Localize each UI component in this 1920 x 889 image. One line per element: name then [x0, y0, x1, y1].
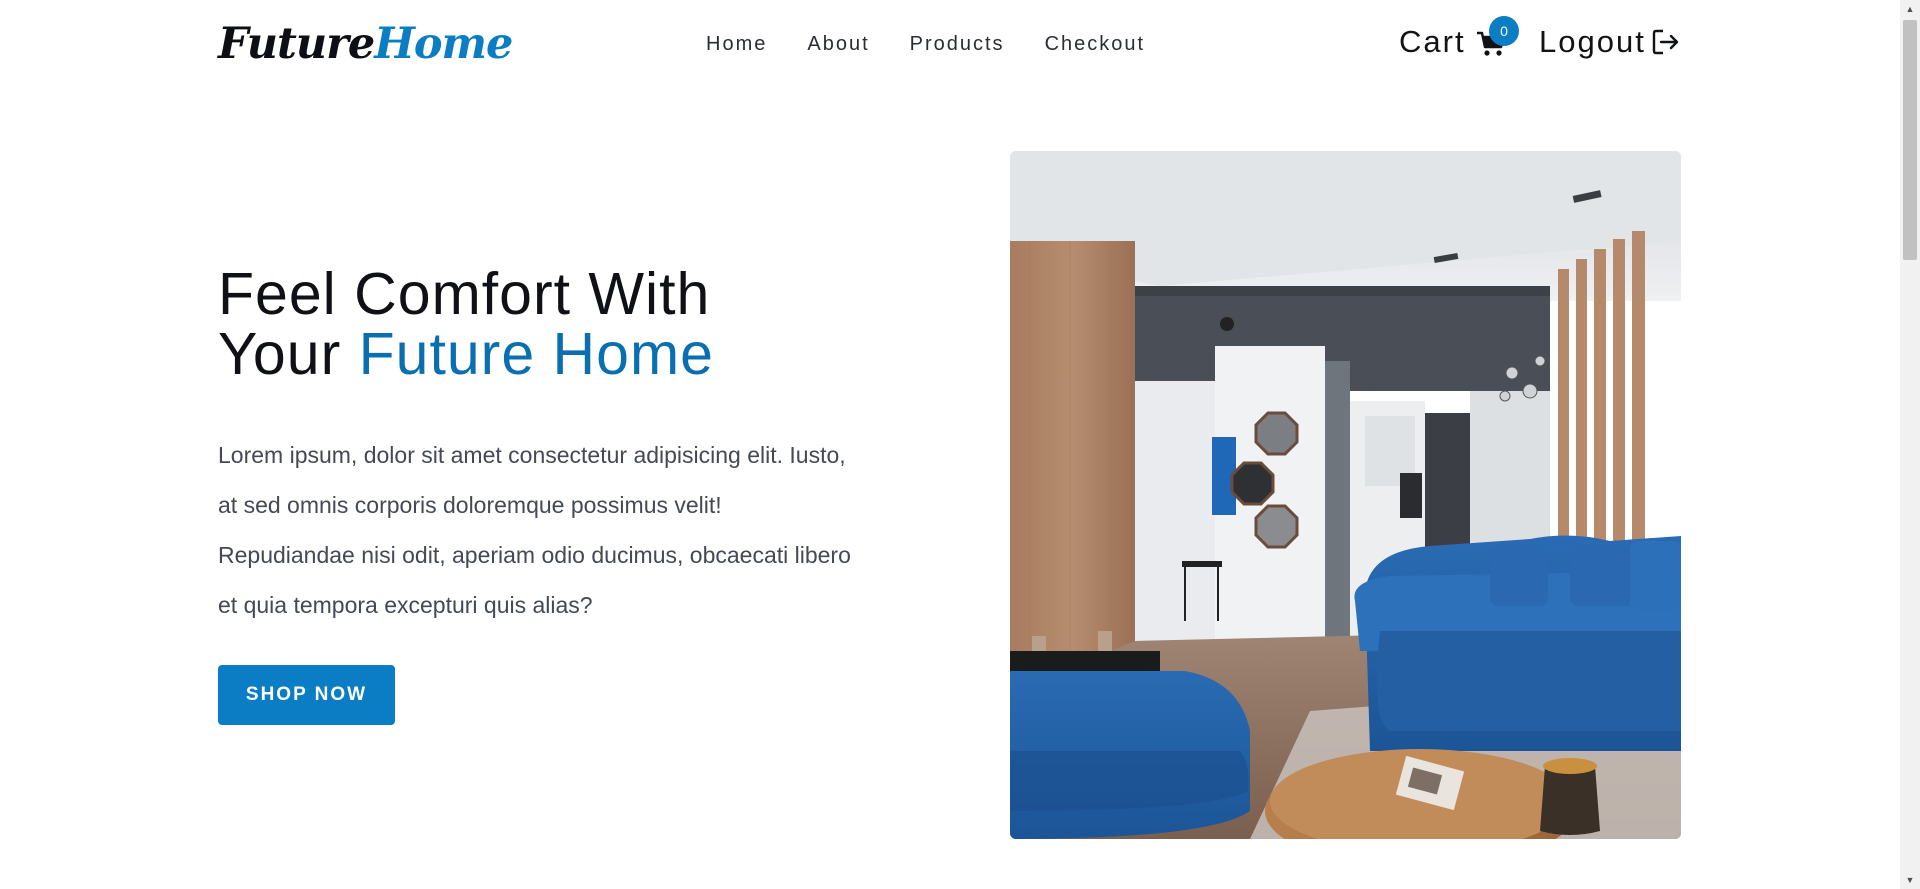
cart-button[interactable]: Cart 0 — [1399, 16, 1519, 62]
shop-now-button[interactable]: SHOP NOW — [218, 665, 395, 725]
nav-link-home[interactable]: Home — [706, 30, 767, 58]
hero-title-line1: Feel Comfort With — [218, 261, 711, 327]
nav-links: Home About Products Checkout — [706, 30, 1145, 58]
brand-logo[interactable]: FutureHome — [218, 18, 513, 70]
hero-title-accent: Future Home — [358, 321, 714, 387]
chevron-up-icon[interactable]: ▲ — [1900, 0, 1920, 18]
hero-title-line2-prefix: Your — [218, 321, 359, 387]
brand-logo-part2: Home — [374, 19, 513, 69]
living-room-illustration — [1010, 151, 1681, 839]
chevron-down-icon[interactable]: ▼ — [1900, 871, 1920, 889]
nav-link-about[interactable]: About — [807, 30, 869, 58]
scrollbar-thumb[interactable] — [1903, 20, 1917, 260]
logout-button[interactable]: Logout — [1539, 22, 1680, 62]
nav-link-products[interactable]: Products — [910, 30, 1005, 58]
cart-count-badge: 0 — [1489, 16, 1519, 46]
brand-logo-part1: Future — [218, 19, 375, 69]
page-scrollbar[interactable]: ▲ ▼ — [1900, 0, 1920, 889]
hero-title: Feel Comfort With Your Future Home — [218, 264, 714, 384]
nav-link-checkout[interactable]: Checkout — [1045, 30, 1146, 58]
hero-image — [1010, 151, 1681, 839]
logout-label: Logout — [1539, 24, 1646, 59]
page: FutureHome Home About Products Checkout … — [0, 0, 1920, 889]
cart-label: Cart — [1399, 24, 1466, 59]
logout-icon — [1652, 29, 1679, 55]
navbar: FutureHome Home About Products Checkout … — [0, 0, 1900, 88]
hero-paragraph: Lorem ipsum, dolor sit amet consectetur … — [218, 442, 851, 618]
